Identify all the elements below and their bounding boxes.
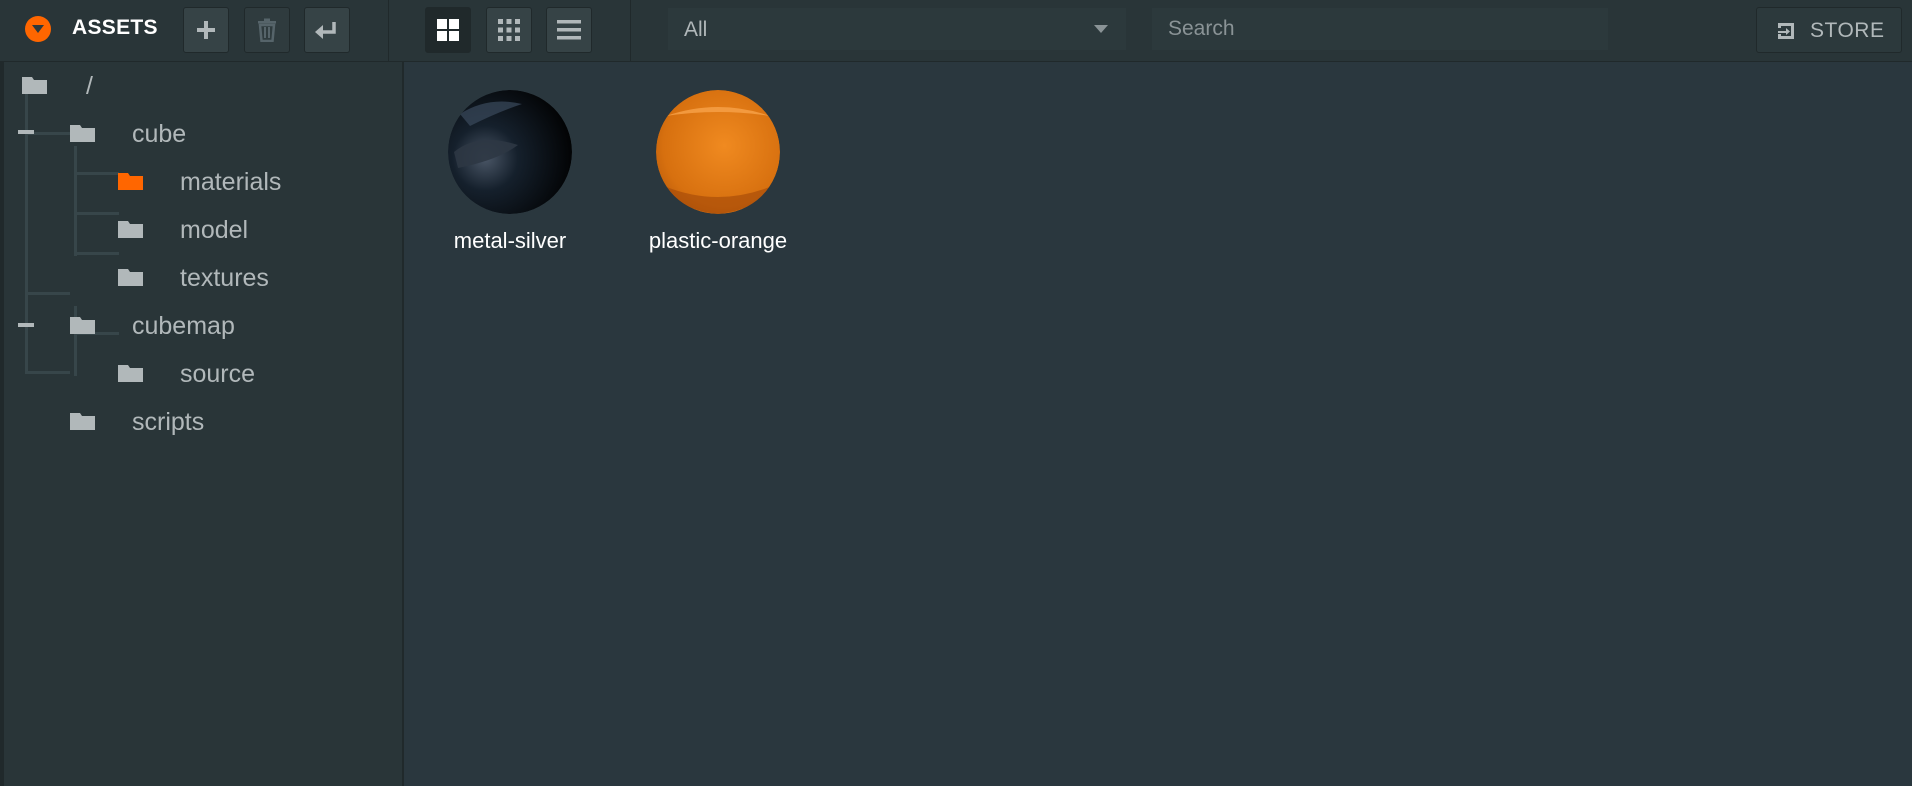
store-button[interactable]: STORE: [1756, 7, 1902, 53]
filter-value: All: [684, 18, 708, 41]
store-label: STORE: [1810, 19, 1885, 42]
view-list-button[interactable]: [546, 7, 592, 53]
tree-line: [25, 371, 70, 374]
asset-type-filter[interactable]: All: [668, 8, 1126, 50]
folder-icon: [118, 221, 143, 238]
tree-line: [74, 252, 119, 255]
large-grid-icon: [437, 19, 459, 41]
panel-title: ASSETS: [72, 16, 158, 39]
view-small-grid-button[interactable]: [486, 7, 532, 53]
folder-icon: [22, 77, 47, 94]
trash-icon: [258, 18, 276, 42]
view-large-grid-button[interactable]: [425, 7, 471, 53]
tree-line: [74, 212, 119, 215]
asset-name: metal-silver: [453, 228, 567, 253]
tree-line: [74, 172, 119, 175]
tree-item-label: cube: [132, 120, 187, 148]
asset-tile-plastic-orange[interactable]: plastic-orange: [618, 90, 818, 270]
store-icon: [1778, 23, 1794, 39]
plus-icon: [197, 21, 215, 39]
add-asset-button[interactable]: [183, 7, 229, 53]
folder-tree: / cube materials model textures cubemap …: [0, 62, 404, 786]
tree-item-label: model: [180, 216, 249, 244]
tree-item-scripts[interactable]: scripts: [70, 402, 390, 442]
folder-icon: [70, 317, 95, 334]
asset-tile-metal-silver[interactable]: metal-silver: [410, 90, 610, 270]
tree-item-root[interactable]: /: [22, 66, 382, 106]
tree-item-label: scripts: [132, 408, 205, 436]
collapse-toggle-cube[interactable]: [18, 130, 34, 134]
go-up-folder-button[interactable]: [304, 7, 350, 53]
folder-icon: [118, 173, 143, 190]
tree-item-textures[interactable]: textures: [118, 258, 398, 298]
collapse-toggle-cubemap[interactable]: [18, 323, 34, 327]
search-input[interactable]: [1152, 8, 1608, 50]
folder-icon: [70, 413, 95, 430]
assets-panel-header: ASSETS All Search STORE: [0, 0, 1912, 62]
chevron-down-icon: [1094, 25, 1108, 33]
material-preview-thumbnail: [448, 90, 572, 214]
material-preview-thumbnail: [656, 90, 780, 214]
tree-item-label: materials: [180, 168, 282, 196]
list-icon: [557, 20, 581, 40]
return-arrow-icon: [315, 22, 336, 39]
tree-item-label: textures: [180, 264, 269, 292]
folder-icon: [118, 269, 143, 286]
tree-item-label: cubemap: [132, 312, 235, 340]
tree-item-source[interactable]: source: [118, 354, 398, 394]
folder-icon: [118, 365, 143, 382]
asset-name: plastic-orange: [648, 228, 788, 253]
tree-item-cubemap[interactable]: cubemap: [70, 306, 390, 346]
tree-item-cube[interactable]: cube: [70, 114, 390, 154]
header-divider: [630, 0, 631, 62]
tree-line: [25, 292, 70, 295]
tree-item-label: source: [180, 360, 256, 388]
collapse-panel-button[interactable]: [25, 16, 51, 42]
tree-item-model[interactable]: model: [118, 210, 398, 250]
tree-item-materials[interactable]: materials: [118, 162, 398, 202]
delete-asset-button[interactable]: [244, 7, 290, 53]
small-grid-icon: [498, 19, 520, 41]
tree-line: [74, 146, 77, 256]
tree-item-label: /: [86, 72, 93, 100]
header-divider: [388, 0, 389, 62]
folder-icon: [70, 125, 95, 142]
